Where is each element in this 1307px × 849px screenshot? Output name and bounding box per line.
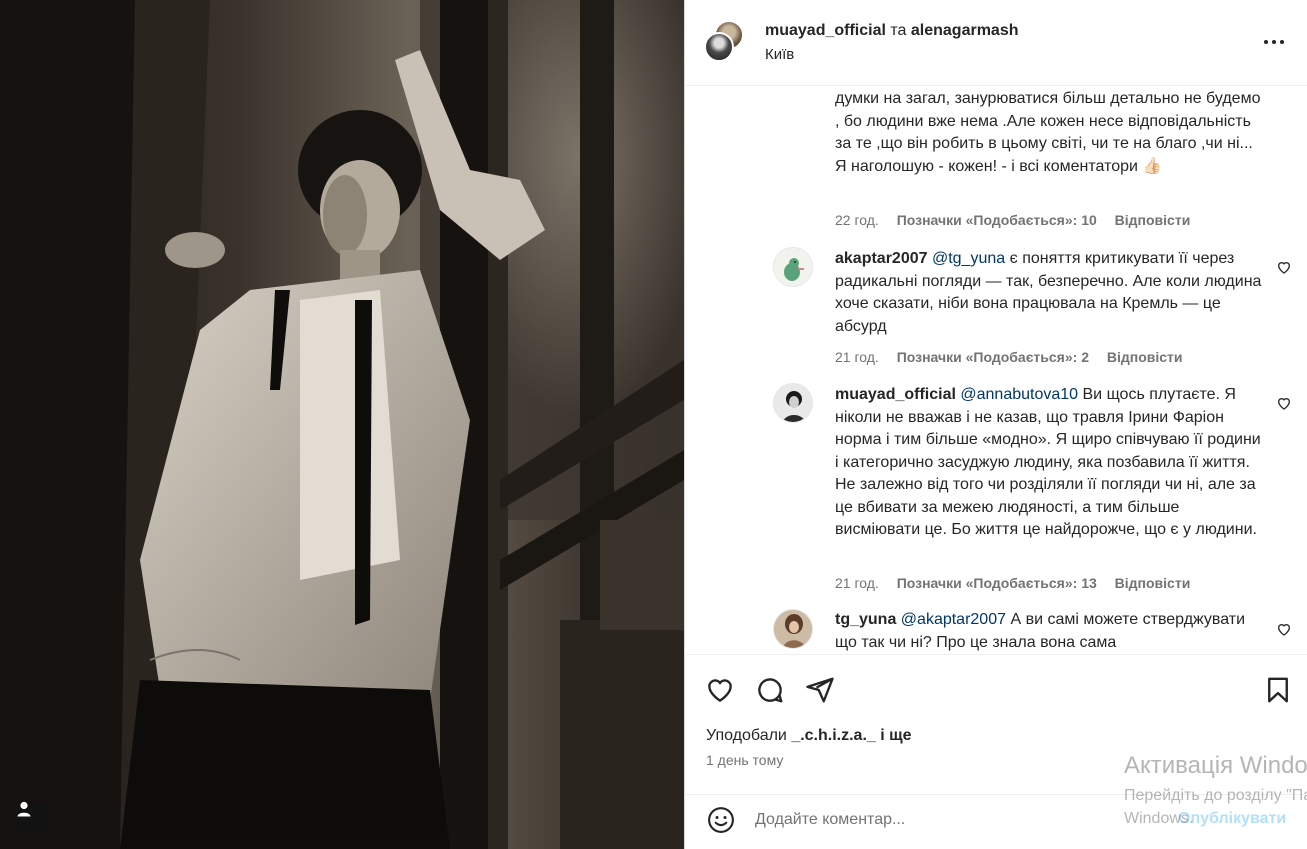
comment-mention[interactable]: @akaptar2007 bbox=[901, 611, 1006, 628]
comment-likes[interactable]: Позначки «Подобається»: 2 bbox=[897, 349, 1089, 365]
comment-text: tg_yuna @akaptar2007 А ви самі можете ст… bbox=[835, 609, 1265, 653]
author-joiner: та bbox=[890, 22, 907, 39]
save-button[interactable] bbox=[1263, 675, 1293, 705]
avatar[interactable] bbox=[773, 609, 813, 649]
user-tag-icon bbox=[17, 801, 31, 817]
post-location[interactable]: Київ bbox=[765, 46, 794, 63]
comment-time[interactable]: 22 год. bbox=[835, 212, 879, 228]
share-icon bbox=[806, 677, 834, 703]
author-username-1[interactable]: muayad_official bbox=[765, 22, 886, 39]
heart-icon bbox=[1277, 624, 1291, 636]
comment-body: А ви самі можете стверджувати що так чи … bbox=[835, 611, 1246, 651]
like-button[interactable] bbox=[705, 675, 735, 705]
comment-time[interactable]: 21 год. bbox=[835, 349, 879, 365]
comment-body: Ви щось плутаєте. Я ніколи не вважав і н… bbox=[835, 386, 1261, 538]
comment-time[interactable]: 21 год. bbox=[835, 575, 879, 591]
user-tag-button[interactable] bbox=[17, 801, 51, 835]
avatar[interactable] bbox=[773, 383, 813, 423]
comment-likes[interactable]: Позначки «Подобається»: 13 bbox=[897, 575, 1097, 591]
comment-username[interactable]: tg_yuna bbox=[835, 611, 896, 628]
comment-button[interactable] bbox=[755, 675, 785, 705]
post-actions: Уподобали _.c.h.i.z.a._ і ще 1 день тому bbox=[685, 654, 1307, 794]
post-header: muayad_official та alenagarmash Київ bbox=[685, 0, 1307, 86]
comment-mention[interactable]: @annabutova10 bbox=[960, 386, 1078, 403]
reply-button[interactable]: Відповісти bbox=[1115, 212, 1191, 228]
comment-body: думки на загал, занурюватися більш детал… bbox=[835, 90, 1261, 175]
comment-like-button[interactable] bbox=[1276, 395, 1292, 411]
heart-icon bbox=[1277, 262, 1291, 274]
emoji-button[interactable] bbox=[706, 805, 736, 835]
comment-meta: 21 год. Позначки «Подобається»: 13 Відпо… bbox=[835, 575, 1204, 591]
post-timestamp[interactable]: 1 день тому bbox=[706, 752, 783, 768]
post-side-panel: muayad_official та alenagarmash Київ дум… bbox=[684, 0, 1307, 849]
comment-likes[interactable]: Позначки «Подобається»: 10 bbox=[897, 212, 1097, 228]
liked-by-user[interactable]: _.c.h.i.z.a._ bbox=[791, 727, 875, 744]
comment-text: akaptar2007 @tg_yuna є поняття критикува… bbox=[835, 248, 1265, 338]
comment-meta: 22 год. Позначки «Подобається»: 10 Відпо… bbox=[835, 212, 1204, 228]
avatar-photo-image bbox=[774, 610, 812, 648]
post-authors: muayad_official та alenagarmash bbox=[765, 21, 1019, 41]
emoji-icon bbox=[708, 807, 734, 833]
more-options-button[interactable] bbox=[1262, 34, 1286, 50]
avatar-photo-image bbox=[774, 384, 812, 422]
avatar-dino-image bbox=[774, 248, 812, 286]
comment-meta: 21 год. Позначки «Подобається»: 2 Відпов… bbox=[835, 349, 1197, 365]
avatar-muayad-official[interactable] bbox=[704, 32, 734, 62]
heart-icon bbox=[1277, 398, 1291, 410]
comment-mention[interactable]: @tg_yuna bbox=[932, 250, 1005, 267]
post-photo[interactable] bbox=[0, 0, 684, 849]
comments-list[interactable]: думки на загал, занурюватися більш детал… bbox=[685, 87, 1307, 653]
comment-input[interactable] bbox=[755, 805, 1115, 835]
author-username-2[interactable]: alenagarmash bbox=[911, 22, 1019, 39]
reply-button[interactable]: Відповісти bbox=[1107, 349, 1183, 365]
liked-by: Уподобали _.c.h.i.z.a._ і ще bbox=[706, 727, 912, 745]
liked-by-others[interactable]: і ще bbox=[880, 727, 911, 744]
avatar[interactable] bbox=[773, 247, 813, 287]
comment-like-button[interactable] bbox=[1276, 621, 1292, 637]
reply-button[interactable]: Відповісти bbox=[1115, 575, 1191, 591]
comment-text: muayad_official @annabutova10 Ви щось пл… bbox=[835, 384, 1265, 542]
comment-like-button[interactable] bbox=[1276, 259, 1292, 275]
more-icon bbox=[1264, 40, 1284, 44]
comment-text: думки на загал, занурюватися більш детал… bbox=[835, 88, 1265, 178]
comment-icon bbox=[758, 678, 783, 703]
liked-by-prefix: Уподобали bbox=[706, 727, 787, 744]
bookmark-icon bbox=[1268, 677, 1288, 703]
add-comment-bar: Опублікувати bbox=[685, 794, 1307, 849]
comment-username[interactable]: akaptar2007 bbox=[835, 250, 928, 267]
share-button[interactable] bbox=[805, 675, 835, 705]
publish-button[interactable]: Опублікувати bbox=[1178, 810, 1286, 828]
comment-username[interactable]: muayad_official bbox=[835, 386, 956, 403]
collab-avatars[interactable] bbox=[704, 20, 748, 64]
photo-image bbox=[0, 0, 684, 849]
heart-icon bbox=[708, 679, 732, 703]
